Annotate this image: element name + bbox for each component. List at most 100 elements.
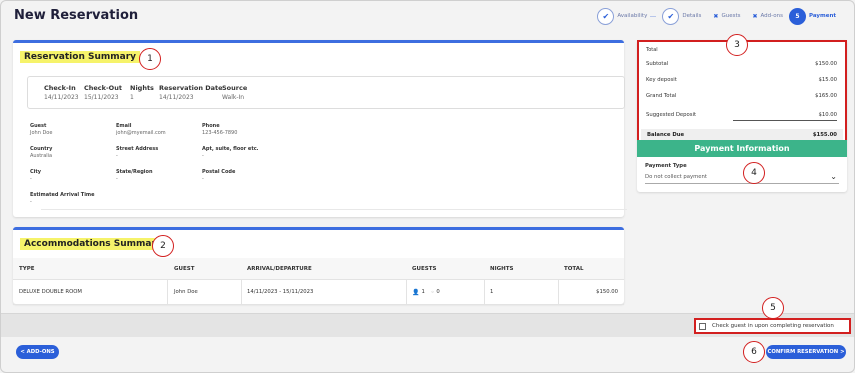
column-header: GUEST — [174, 265, 195, 272]
step-guests[interactable]: ✖ Guests — [707, 13, 740, 20]
adult-icon: 👤 — [412, 288, 420, 296]
phone-field: Phone 123-456-7890 — [202, 123, 237, 136]
field-value: - — [30, 176, 32, 182]
field-value: John Doe — [30, 130, 53, 136]
postal-code-field: Postal Code - — [202, 169, 235, 182]
children-count: 0 — [436, 289, 440, 295]
field-value: - — [202, 176, 204, 182]
guest-name-field: Guest John Doe — [30, 123, 52, 136]
confirm-reservation-button[interactable]: CONFIRM RESERVATION > — [766, 345, 846, 359]
field-label: Country — [30, 146, 53, 152]
guests-cell: 👤 1 ◦ 0 — [412, 280, 440, 304]
street-address-field: Street Address - — [116, 146, 158, 159]
totals-box: Total Subtotal $150.00 Key deposit $15.0… — [637, 40, 847, 142]
field-label: Guest — [30, 123, 47, 129]
column-header: TYPE — [19, 265, 35, 272]
field-label: Apt, suite, floor etc. — [202, 146, 259, 152]
column-divider — [558, 280, 559, 304]
row-label: Key deposit — [646, 77, 677, 83]
step-label: Availability — [617, 13, 648, 19]
check-in-guest-option[interactable]: Check guest in upon completing reservati… — [694, 318, 851, 334]
payment-type-label: Payment Type — [645, 163, 687, 169]
table-row: DELUXE DOUBLE ROOM John Doe 14/11/2023 -… — [13, 280, 624, 305]
field-label: Phone — [202, 123, 220, 129]
chevron-down-icon: ⌄ — [830, 172, 837, 181]
row-label: Suggested Deposit — [646, 112, 697, 118]
column-header: GUESTS — [412, 265, 437, 272]
field-label: Check-In — [44, 84, 76, 92]
column-header: TOTAL — [564, 265, 584, 272]
field-label: Source — [222, 84, 248, 92]
callout-4: 4 — [743, 162, 765, 184]
row-value: $165.00 — [815, 93, 837, 99]
column-divider — [167, 280, 168, 304]
step-availability[interactable]: ✔ Availability — [597, 7, 648, 25]
callout-6: 6 — [743, 341, 765, 363]
app-frame: New Reservation ✔ Availability ✔ Details… — [0, 0, 855, 373]
check-in-field: Check-In 14/11/2023 — [44, 84, 79, 101]
deposit-input-underline — [733, 120, 837, 121]
check-in-checkbox[interactable] — [699, 322, 706, 330]
key-deposit-row: Key deposit $15.00 — [646, 77, 837, 83]
payment-information-heading: Payment Information — [637, 140, 847, 157]
field-label: Estimated Arrival Time — [30, 192, 95, 198]
field-value: - — [202, 153, 204, 159]
column-divider — [484, 280, 485, 304]
arrival-time-field: Estimated Arrival Time - — [30, 192, 95, 205]
field-label: Postal Code — [202, 169, 236, 175]
step-label: Payment — [808, 13, 836, 19]
source-field: Source Walk-In — [222, 84, 247, 101]
callout-2: 2 — [152, 235, 174, 257]
callout-1: 1 — [139, 48, 161, 70]
field-label: Nights — [130, 84, 154, 92]
cross-icon: ✖ — [752, 12, 758, 20]
grand-total-row: Grand Total $165.00 — [646, 93, 837, 99]
email-field: Email john@myemail.com — [116, 123, 166, 136]
step-label: Guests — [721, 13, 741, 19]
suggested-deposit-row[interactable]: Suggested Deposit $10.00 — [646, 112, 837, 118]
reservation-summary-heading: Reservation Summary — [20, 51, 141, 63]
subtotal-row: Subtotal $150.00 — [646, 61, 837, 67]
field-value: john@myemail.com — [116, 130, 166, 136]
back-to-addons-button[interactable]: < ADD-ONS — [16, 345, 59, 359]
field-label: City — [30, 169, 42, 175]
payment-type-select[interactable]: Do not collect payment ⌄ — [645, 172, 839, 184]
row-label: Balance Due — [647, 132, 685, 138]
state-region-field: State/Region - — [116, 169, 153, 182]
payment-type-value: Do not collect payment — [645, 174, 707, 180]
child-icon: ◦ — [430, 288, 435, 296]
step-details[interactable]: ✔ Details — [662, 7, 701, 25]
payment-summary-card: Total Subtotal $150.00 Key deposit $15.0… — [637, 34, 847, 192]
row-value: $15.00 — [818, 77, 837, 83]
row-label: Grand Total — [646, 93, 677, 99]
field-label: Reservation Date — [159, 84, 223, 92]
field-label: Check-Out — [84, 84, 122, 92]
step-payment[interactable]: 5 Payment — [788, 7, 836, 25]
field-value: 123-456-7890 — [202, 130, 238, 136]
room-type-cell: DELUXE DOUBLE ROOM — [19, 289, 82, 295]
field-value: Australia — [30, 153, 53, 159]
column-divider — [406, 280, 407, 304]
check-icon: ✔ — [597, 7, 615, 25]
column-divider — [241, 280, 242, 304]
field-label: State/Region — [116, 169, 153, 175]
callout-3: 3 — [726, 34, 748, 56]
field-value: - — [30, 199, 32, 205]
field-value: - — [116, 153, 118, 159]
field-value: 1 — [130, 94, 134, 101]
table-header-row: TYPE GUEST ARRIVAL/DEPARTURE GUESTS NIGH… — [13, 258, 624, 280]
total-cell: $150.00 — [596, 289, 618, 295]
check-out-field: Check-Out 15/11/2023 — [84, 84, 122, 101]
suggested-deposit-input[interactable]: $10.00 — [818, 112, 837, 118]
field-label: Email — [116, 123, 132, 129]
field-value: 14/11/2023 — [44, 94, 79, 101]
apt-suite-field: Apt, suite, floor etc. - — [202, 146, 259, 159]
nights-field: Nights 1 — [130, 84, 154, 101]
divider — [41, 209, 627, 210]
dates-cell: 14/11/2023 - 15/11/2023 — [247, 289, 314, 295]
reservation-stepper: ✔ Availability ✔ Details ✖ Guests ✖ Add-… — [591, 6, 836, 26]
step-addons[interactable]: ✖ Add-ons — [746, 13, 782, 20]
step-number: 5 — [788, 7, 806, 25]
row-label: Subtotal — [646, 61, 669, 67]
step-label: Add-ons — [760, 13, 783, 19]
